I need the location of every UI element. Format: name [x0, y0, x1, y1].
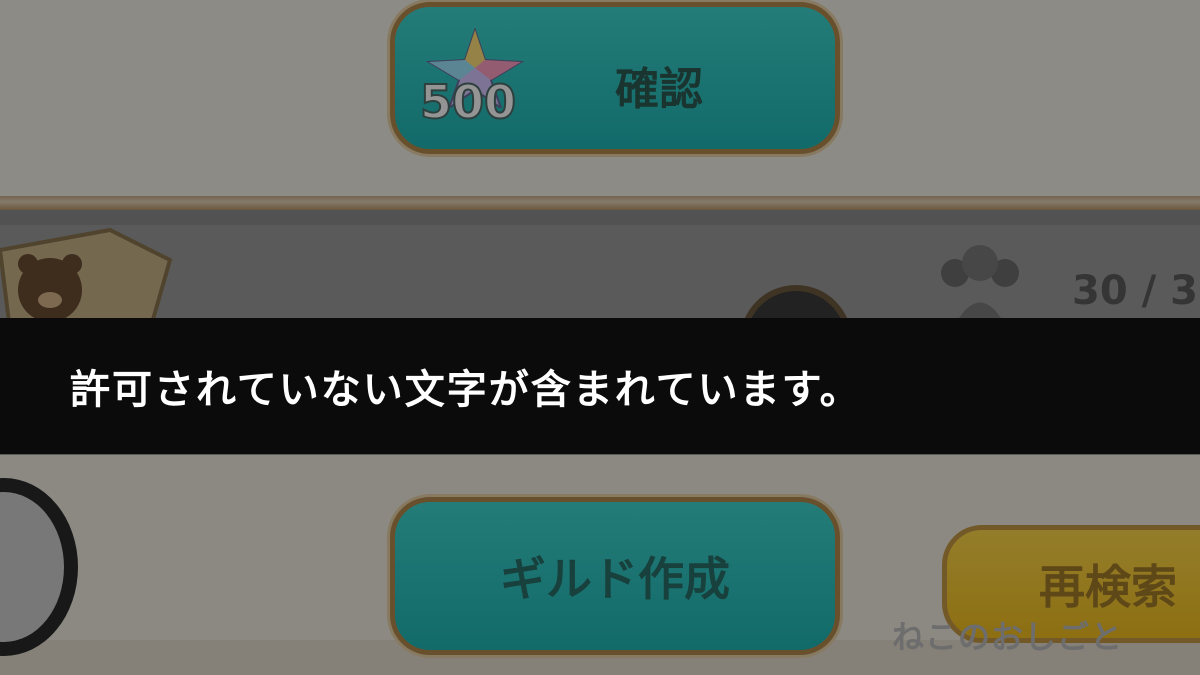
watermark: ねこのおしごと — [892, 618, 1124, 656]
toast-message: 許可されていない文字が含まれています。 — [70, 367, 862, 413]
error-toast: 許可されていない文字が含まれています。 — [0, 318, 1200, 454]
game-screen: 確認 500 하루 1 30 / 3 ギルド作成 再検索 許可されていない文字が… — [0, 0, 1200, 675]
